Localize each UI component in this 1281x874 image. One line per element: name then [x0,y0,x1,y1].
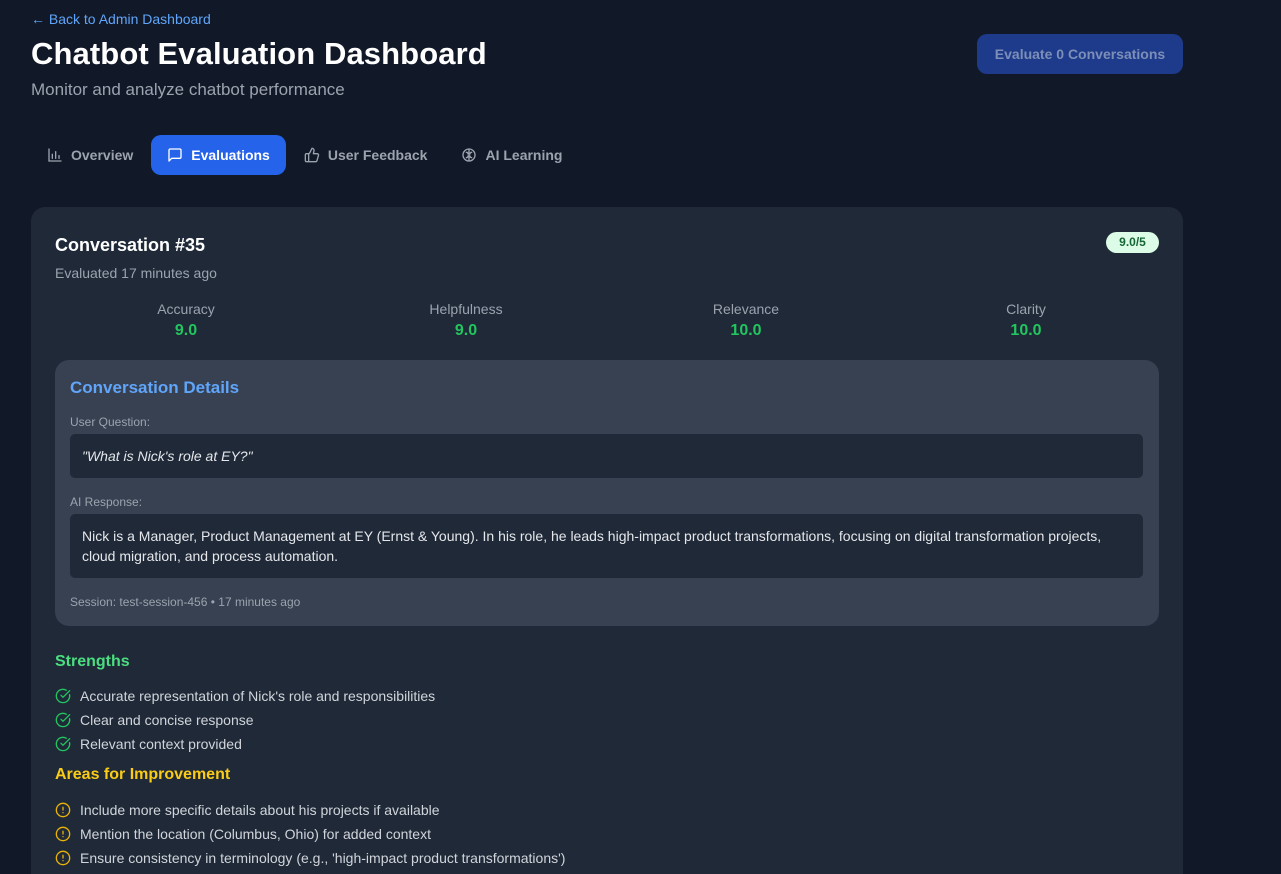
tab-overview[interactable]: Overview [31,135,149,175]
session-info: Session: test-session-456 • 17 minutes a… [70,595,301,609]
strengths-heading: Strengths [55,653,130,670]
user-question-text: "What is Nick's role at EY?" [70,434,1143,478]
user-question-label: User Question: [70,415,151,429]
check-circle-icon [55,688,71,704]
strength-text: Relevant context provided [80,736,242,752]
conversation-details-panel: Conversation Details User Question: "Wha… [55,360,1159,626]
page-title: Chatbot Evaluation Dashboard [31,36,487,71]
tab-user-feedback[interactable]: User Feedback [288,135,444,175]
metric-label: Helpfulness [429,301,503,317]
evaluation-card: Conversation #35 Evaluated 17 minutes ag… [31,207,1183,874]
bar-chart-icon [48,148,62,162]
brain-icon [462,148,477,162]
alert-circle-icon [55,826,71,842]
metric-value: 10.0 [1010,322,1042,339]
message-square-icon [168,148,182,162]
improvement-text: Ensure consistency in terminology (e.g.,… [80,850,566,866]
list-item: Accurate representation of Nick's role a… [55,684,435,708]
check-circle-icon [55,736,71,752]
conversation-title: Conversation #35 [55,235,206,255]
improvement-text: Mention the location (Columbus, Ohio) fo… [80,826,431,842]
metric-clarity: Clarity 10.0 [886,301,1166,340]
metric-value: 9.0 [174,322,198,339]
strengths-list: Accurate representation of Nick's role a… [55,684,435,756]
tab-evaluations[interactable]: Evaluations [151,135,286,175]
page-subtitle: Monitor and analyze chatbot performance [31,80,345,99]
tab-label: AI Learning [485,147,563,163]
tab-ai-learning[interactable]: AI Learning [445,135,578,175]
list-item: Ensure consistency in terminology (e.g.,… [55,846,565,870]
list-item: Clear and concise response [55,708,435,732]
evaluated-timestamp: Evaluated 17 minutes ago [55,265,217,281]
metric-label: Clarity [1006,301,1046,317]
evaluation-dashboard-page: ← Back to Admin Dashboard Chatbot Evalua… [0,0,1281,874]
alert-circle-icon [55,802,71,818]
thumbs-up-icon [304,147,320,163]
check-circle-icon [55,712,71,728]
strength-text: Clear and concise response [80,712,254,728]
metric-helpfulness: Helpfulness 9.0 [326,301,606,340]
list-item: Include more specific details about his … [55,798,565,822]
tab-label: Evaluations [191,147,270,163]
list-item: Mention the location (Columbus, Ohio) fo… [55,822,565,846]
tab-label: Overview [71,147,134,163]
improvements-list: Include more specific details about his … [55,798,565,870]
ai-response-text: Nick is a Manager, Product Management at… [70,514,1143,578]
score-badge: 9.0/5 [1106,232,1159,253]
improvement-text: Include more specific details about his … [80,802,440,818]
improvements-heading: Areas for Improvement [55,766,231,783]
metric-value: 10.0 [730,322,762,339]
metric-value: 9.0 [454,322,478,339]
list-item: Relevant context provided [55,732,435,756]
metric-label: Relevance [712,301,780,317]
metric-accuracy: Accuracy 9.0 [46,301,326,340]
ai-response-label: AI Response: [70,495,143,509]
evaluate-conversations-button[interactable]: Evaluate 0 Conversations [977,34,1183,74]
tab-bar: Overview Evaluations User Feedback AI Le… [31,135,580,175]
tab-label: User Feedback [327,147,428,163]
metric-relevance: Relevance 10.0 [606,301,886,340]
back-to-admin-link[interactable]: ← Back to Admin Dashboard [31,11,211,27]
strength-text: Accurate representation of Nick's role a… [80,688,436,704]
alert-circle-icon [55,850,71,866]
metrics-row: Accuracy 9.0 Helpfulness 9.0 Relevance 1… [46,301,1166,340]
details-title: Conversation Details [70,378,240,397]
metric-label: Accuracy [157,301,215,317]
